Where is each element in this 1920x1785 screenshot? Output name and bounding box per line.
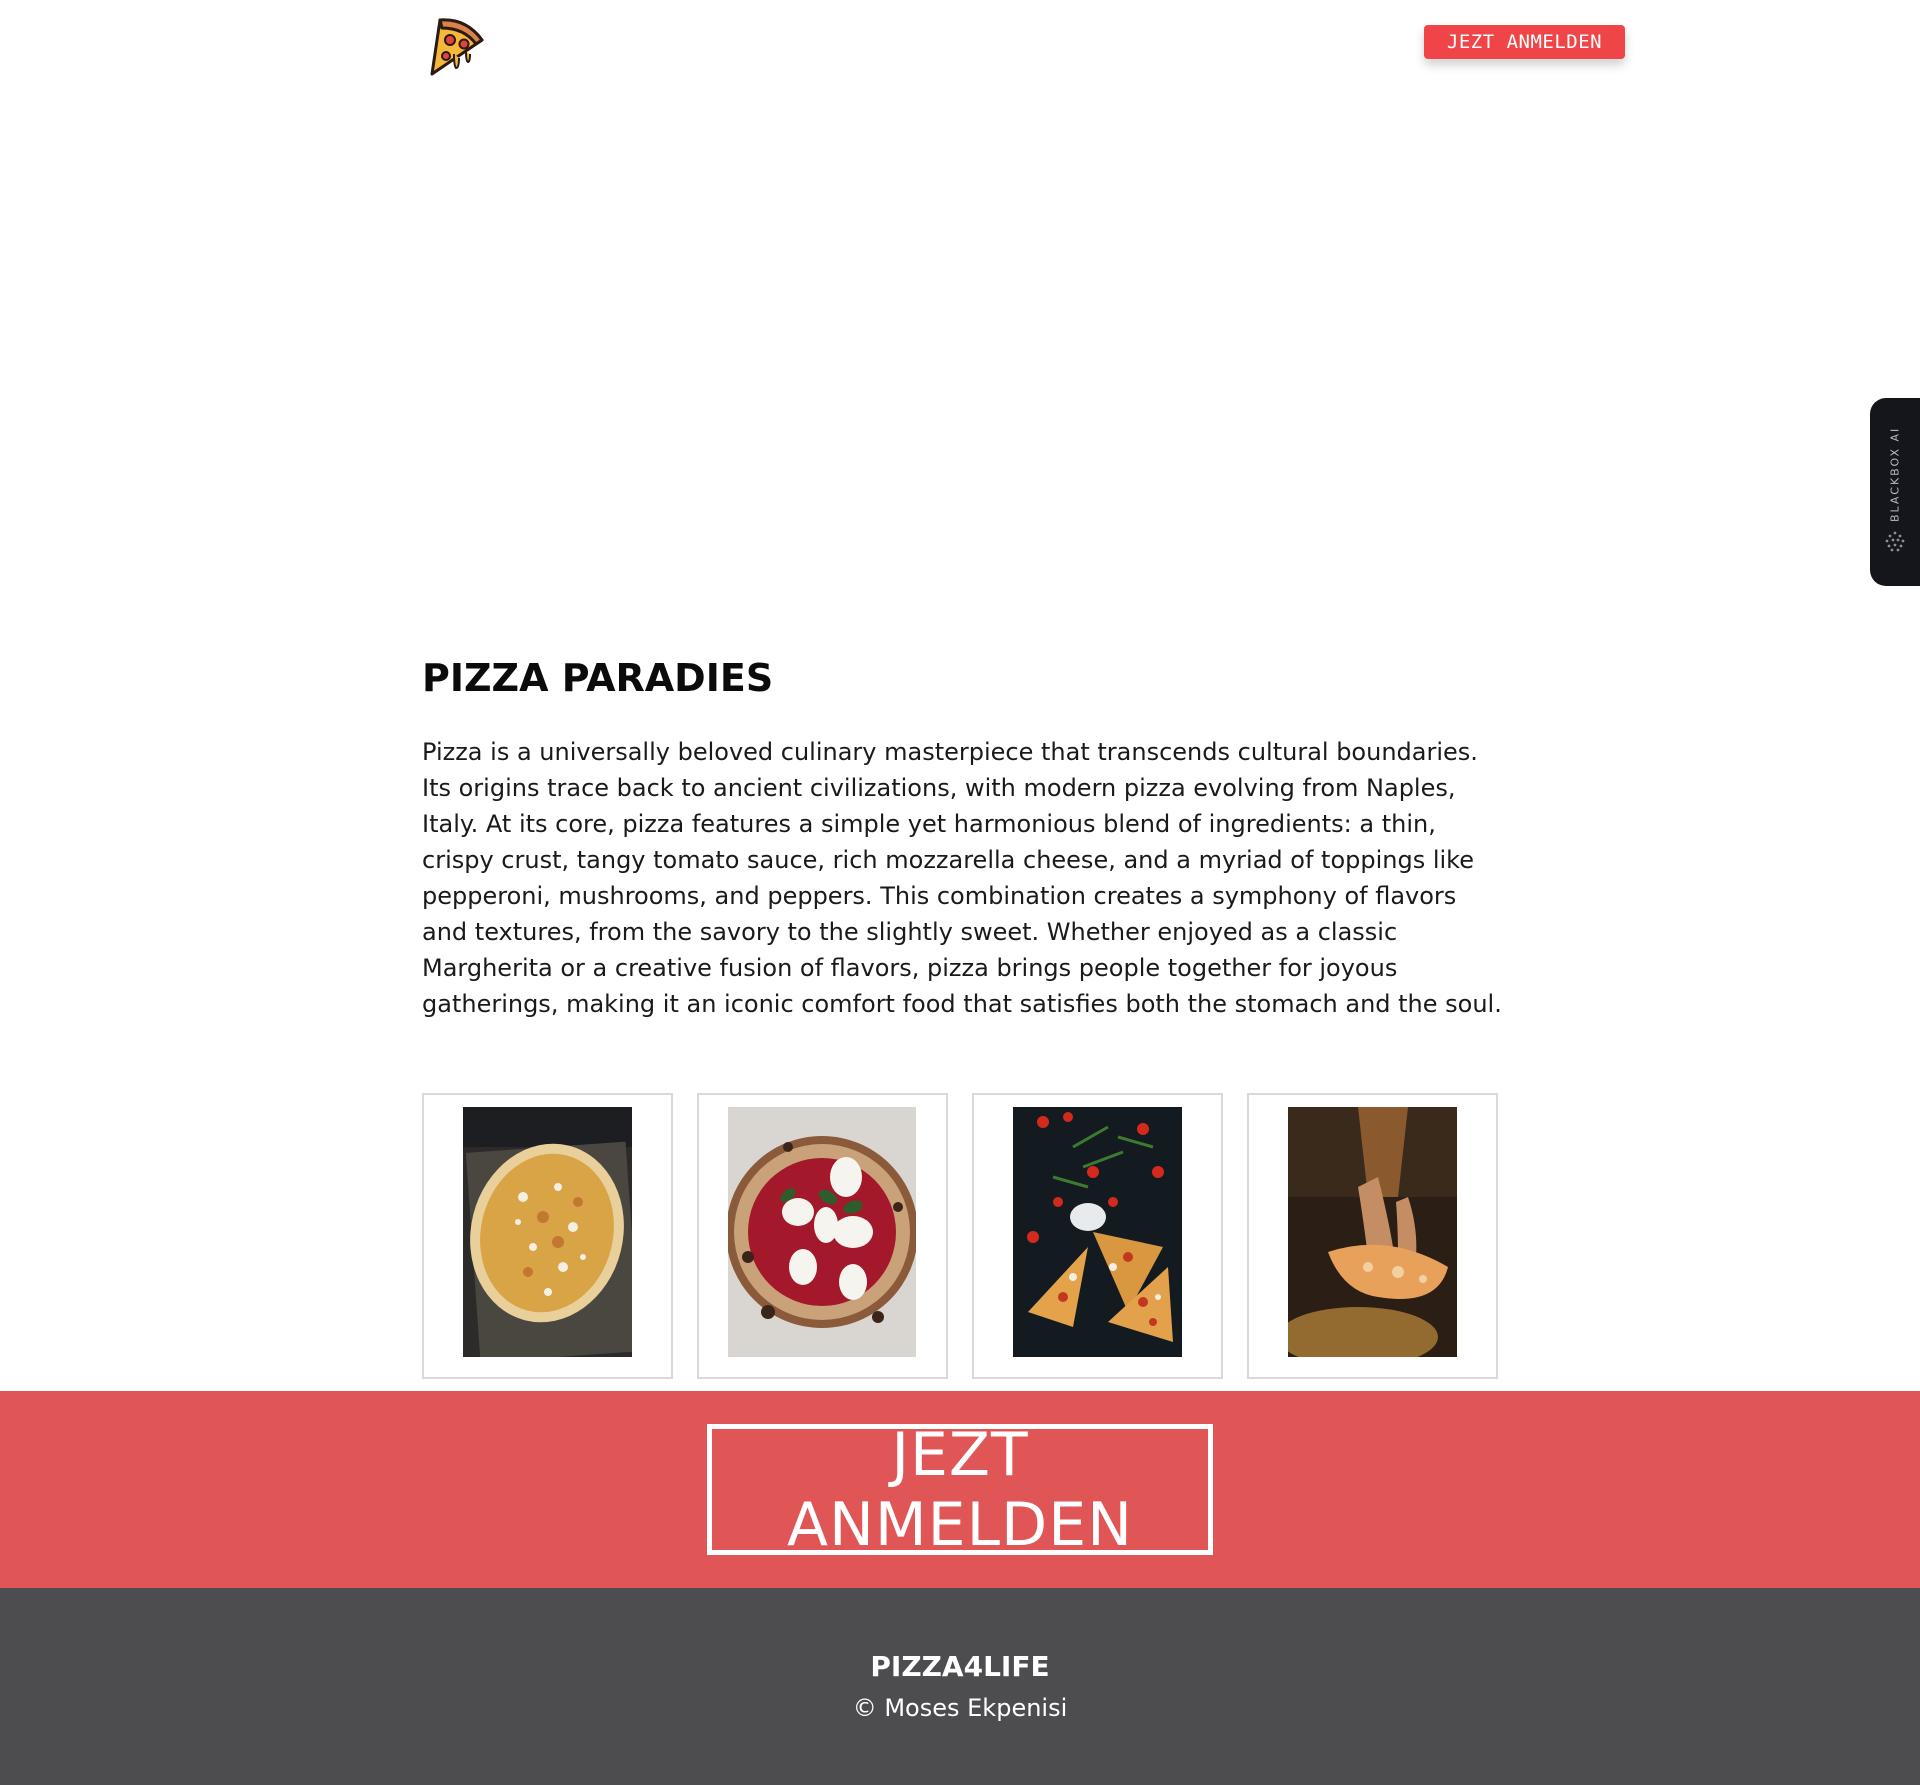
pizza-slices-tomatoes-photo (1013, 1107, 1182, 1357)
image-gallery (422, 1093, 1498, 1379)
header-signup-button[interactable]: JEZT ANMELDEN (1424, 25, 1625, 59)
side-tab-label: BLACKBOX AI (1888, 426, 1902, 522)
dots-grid-icon (1883, 530, 1907, 554)
cta-signup-button[interactable]: JEZT ANMELDEN (707, 1420, 1213, 1560)
gallery-card (422, 1093, 673, 1379)
pizza-description: Pizza is a universally beloved culinary … (422, 738, 1502, 1018)
pizza-on-tray-photo (463, 1107, 632, 1357)
footer-brand: PIZZA4LIFE (870, 1650, 1050, 1683)
gallery-card (972, 1093, 1223, 1379)
site-footer (0, 1588, 1920, 1785)
page-title: PIZZA PARADIES (422, 656, 774, 700)
gallery-card (697, 1093, 948, 1379)
site-header: JEZT ANMELDEN (0, 0, 1920, 110)
pizza-slice-icon[interactable] (418, 10, 486, 78)
hands-holding-pizza-photo (1288, 1107, 1457, 1357)
gallery-card (1247, 1093, 1498, 1379)
footer-copyright: © Moses Ekpenisi (852, 1694, 1068, 1722)
margherita-pizza-photo (728, 1107, 916, 1357)
